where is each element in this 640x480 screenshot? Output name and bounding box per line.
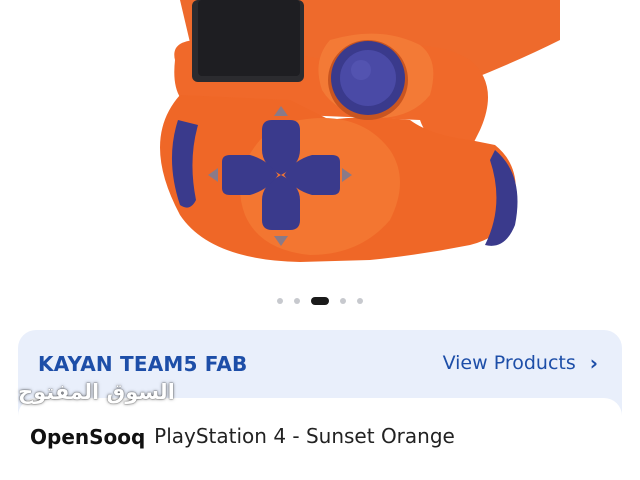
seller-name[interactable]: KAYAN TEAM5 FAB bbox=[38, 352, 247, 376]
watermark-arabic: السوق المفتوح bbox=[18, 380, 175, 404]
carousel-dot-active[interactable] bbox=[311, 297, 329, 305]
product-image bbox=[160, 0, 560, 262]
carousel-dot[interactable] bbox=[294, 298, 300, 304]
watermark-logo: OpenSooq bbox=[22, 419, 154, 455]
chevron-right-icon: › bbox=[589, 351, 598, 375]
carousel-pagination[interactable] bbox=[0, 295, 640, 307]
carousel-dot[interactable] bbox=[357, 298, 363, 304]
view-products-link[interactable]: View Products › bbox=[443, 352, 598, 374]
view-products-label: View Products bbox=[442, 352, 576, 374]
carousel-dot[interactable] bbox=[340, 298, 346, 304]
carousel-dot[interactable] bbox=[277, 298, 283, 304]
product-image-gallery[interactable] bbox=[0, 0, 640, 325]
